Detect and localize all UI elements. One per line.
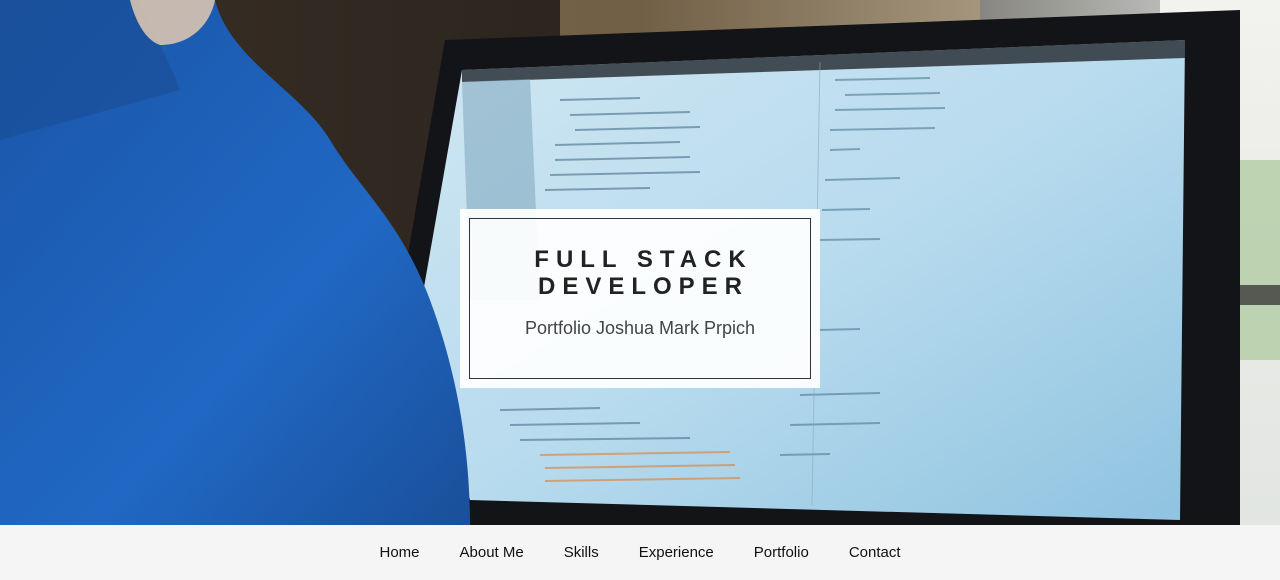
nav-link-skills[interactable]: Skills (564, 543, 599, 563)
hero-title-line-2: DEVELOPER (537, 273, 750, 300)
nav-link-about-me[interactable]: About Me (460, 543, 524, 563)
nav-link-home[interactable]: Home (379, 543, 419, 563)
nav-link-portfolio[interactable]: Portfolio (754, 543, 809, 563)
hero-subtitle: Portfolio Joshua Mark Prpich (524, 318, 756, 338)
main-navigation: Home About Me Skills Experience Portfoli… (0, 525, 1280, 580)
hero-title-card-border: FULL STACK DEVELOPER Portfolio Joshua Ma… (469, 218, 811, 379)
hero-section: FULL STACK DEVELOPER Portfolio Joshua Ma… (0, 0, 1280, 580)
hero-title-card: FULL STACK DEVELOPER Portfolio Joshua Ma… (460, 209, 820, 388)
hero-title-line-1: FULL STACK (534, 246, 753, 273)
nav-link-contact[interactable]: Contact (849, 543, 901, 563)
nav-link-experience[interactable]: Experience (639, 543, 714, 563)
